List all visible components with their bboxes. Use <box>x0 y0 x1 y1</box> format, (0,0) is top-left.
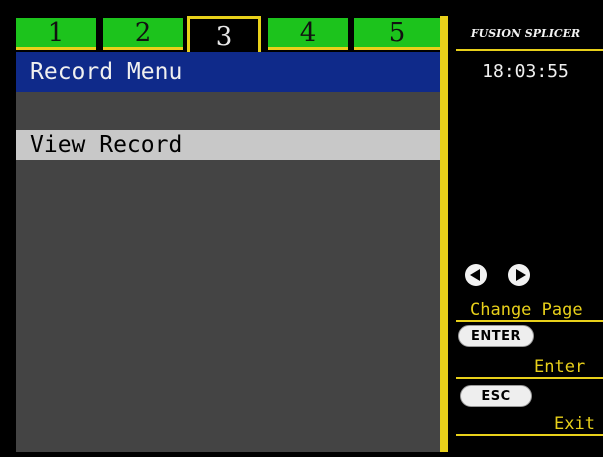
tab-1[interactable]: 1 <box>16 18 96 50</box>
brand-title: FUSION SPLICER <box>470 26 581 40</box>
exit-label: Exit <box>554 414 595 434</box>
right-arrow-icon[interactable] <box>508 264 530 286</box>
enter-key-button[interactable]: ENTER <box>458 325 534 347</box>
exit-underline <box>456 434 603 436</box>
change-page-label: Change Page <box>470 300 583 320</box>
page-title: Record Menu <box>16 52 440 92</box>
menu-item-view-record[interactable]: View Record <box>16 130 440 160</box>
left-arrow-icon[interactable] <box>465 264 487 286</box>
tab-bar: 1 2 3 4 5 <box>16 16 440 54</box>
esc-key-button[interactable]: ESC <box>460 385 532 407</box>
splicer-screen: 1 2 3 4 5 Record Menu View Record FUSION… <box>0 0 603 457</box>
menu-item-label: View Record <box>30 132 183 158</box>
clock: 18:03:55 <box>482 60 569 82</box>
tab-5[interactable]: 5 <box>354 18 440 50</box>
page-title-text: Record Menu <box>30 59 183 85</box>
change-page-underline <box>456 320 603 322</box>
enter-label: Enter <box>534 357 586 377</box>
tab-2[interactable]: 2 <box>103 18 183 50</box>
pane-divider <box>440 16 448 452</box>
tab-3[interactable]: 3 <box>187 16 261 54</box>
brand-underline <box>456 49 603 51</box>
enter-underline <box>456 377 603 379</box>
tab-4[interactable]: 4 <box>268 18 348 50</box>
